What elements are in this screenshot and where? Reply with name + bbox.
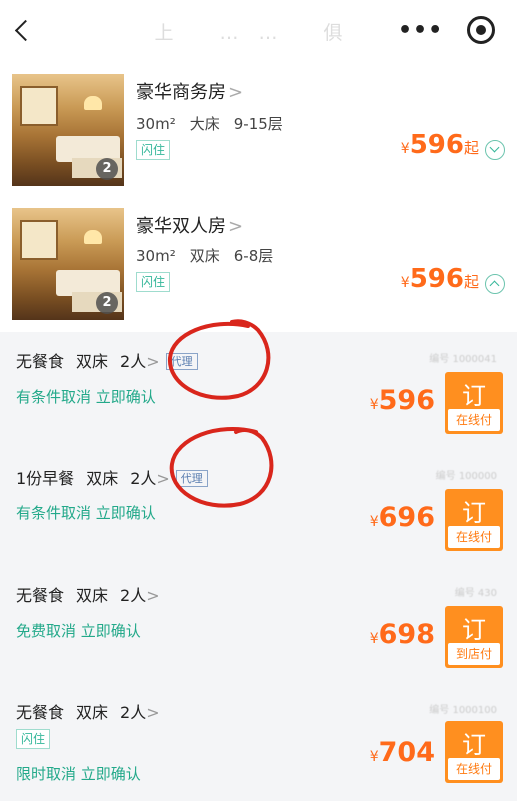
plan-price: ¥698 (369, 619, 435, 650)
room-card[interactable]: 2 豪华商务房 > 30m² 大床 9-15层 闪住 ¥596起 (0, 64, 517, 198)
plan-meal: 无餐食 (16, 352, 65, 371)
plan-title[interactable]: 无餐食 双床 2人> (16, 582, 160, 606)
photo-count-badge: 2 (96, 292, 118, 314)
book-button[interactable]: 订 在线付 (445, 489, 503, 551)
room-specs: 30m² 双床 6-8层 (136, 245, 287, 266)
cancel-policy: 有条件取消 立即确认 (16, 504, 156, 522)
cancel-policy: 免费取消 立即确认 (16, 622, 141, 640)
room-floor: 9-15层 (233, 115, 283, 133)
plan-bed: 双床 (86, 469, 119, 488)
chevron-right-icon: > (146, 352, 160, 371)
chevron-down-icon[interactable] (485, 140, 505, 160)
room-card[interactable]: 2 豪华双人房 > 30m² 双床 6-8层 闪住 ¥596起 (0, 198, 517, 332)
plan-price: ¥696 (369, 502, 435, 533)
flash-stay-tag: 闪住 (136, 140, 171, 160)
photo-count-badge: 2 (96, 158, 118, 180)
plan-meal: 无餐食 (16, 703, 65, 722)
room-name[interactable]: 豪华商务房 > (136, 78, 243, 104)
plan-bed: 双床 (76, 586, 109, 605)
rate-plan[interactable]: 无餐食 双床 2人> 代理 有条件取消 立即确认 编号 1000041 ¥596 订 … (0, 332, 517, 449)
target-icon[interactable] (467, 16, 495, 44)
plan-price: ¥596 (369, 385, 435, 416)
chevron-right-icon: > (156, 469, 170, 488)
chevron-right-icon: > (146, 703, 160, 722)
flash-stay-tag: 闪住 (16, 729, 51, 749)
pay-method-label: 在线付 (448, 526, 500, 548)
cancel-policy: 限时取消 立即确认 (16, 765, 141, 783)
room-floor: 6-8层 (233, 247, 274, 265)
room-area: 30m² (136, 247, 176, 265)
pay-method-label: 在线付 (448, 758, 500, 780)
plan-guests: 2人 (130, 469, 157, 488)
chevron-right-icon: > (228, 216, 244, 237)
rate-plan-list: 无餐食 双床 2人> 代理 有条件取消 立即确认 编号 1000041 ¥596 订 … (0, 332, 517, 801)
room-photo[interactable]: 2 (12, 74, 124, 186)
plan-guests: 2人 (120, 586, 147, 605)
room-area: 30m² (136, 115, 176, 133)
plan-title[interactable]: 无餐食 双床 2人> 代理 (16, 348, 198, 372)
book-button[interactable]: 订 在线付 (445, 372, 503, 434)
plan-title[interactable]: 1份早餐 双床 2人> 代理 (16, 465, 208, 489)
cancel-policy: 有条件取消 立即确认 (16, 388, 156, 406)
plan-bed: 双床 (76, 703, 109, 722)
plan-price: ¥704 (369, 737, 435, 768)
plan-guests: 2人 (120, 352, 147, 371)
agent-tag: 代理 (165, 353, 198, 370)
book-button[interactable]: 订 到店付 (445, 606, 503, 668)
rate-plan[interactable]: 无餐食 双床 2人> 闪住 限时取消 立即确认 编号 1000100 ¥704 订 … (0, 683, 517, 800)
flash-stay-tag: 闪住 (136, 272, 171, 292)
plan-meal: 无餐食 (16, 586, 65, 605)
plan-guests: 2人 (120, 703, 147, 722)
plan-code: 编号 1000100 (429, 705, 497, 716)
plan-code: 编号 430 (454, 588, 497, 599)
chevron-right-icon: > (228, 82, 244, 103)
chevron-right-icon: > (146, 586, 160, 605)
more-dots-icon[interactable]: ••• (398, 18, 443, 43)
rate-plan[interactable]: 无餐食 双床 2人> 免费取消 立即确认 编号 430 ¥698 订 到店付 (0, 566, 517, 683)
room-bed: 双床 (189, 247, 220, 265)
book-button[interactable]: 订 在线付 (445, 721, 503, 783)
room-photo[interactable]: 2 (12, 208, 124, 320)
plan-title[interactable]: 无餐食 双床 2人> (16, 699, 160, 723)
plan-meal: 1份早餐 (16, 469, 75, 488)
plan-bed: 双床 (76, 352, 109, 371)
plan-code: 编号 100000 (435, 471, 497, 482)
nav-bar: 上 …… 俱 ••• (0, 0, 517, 64)
agent-tag: 代理 (175, 470, 208, 487)
pay-method-label: 在线付 (448, 409, 500, 431)
pay-method-label: 到店付 (448, 643, 500, 665)
plan-code: 编号 1000041 (429, 354, 497, 365)
room-price: ¥596起 (400, 264, 479, 294)
room-bed: 大床 (189, 115, 220, 133)
room-specs: 30m² 大床 9-15层 (136, 113, 297, 134)
rate-plan[interactable]: 1份早餐 双床 2人> 代理 有条件取消 立即确认 编号 100000 ¥696 订 … (0, 449, 517, 566)
chevron-up-icon[interactable] (485, 274, 505, 294)
room-price: ¥596起 (400, 130, 479, 160)
room-name[interactable]: 豪华双人房 > (136, 212, 243, 238)
